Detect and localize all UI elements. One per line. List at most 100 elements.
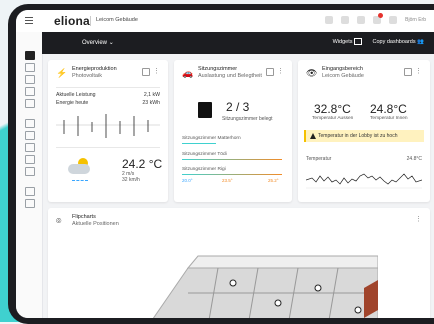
rooms-count-label: Sitzungszimmer belegt xyxy=(222,116,273,122)
temp-outside-label: Temperatur Aussen xyxy=(312,116,354,121)
app-screen: eliona Leicom Gebäude Björn Erb Overview… xyxy=(16,10,434,318)
settings-icon[interactable] xyxy=(357,16,366,24)
divider xyxy=(56,147,160,148)
entrance-card: 👁 Eingangsbereich Leicom Gebäude ⋮ 32.8°… xyxy=(298,60,430,202)
reports-icon[interactable] xyxy=(25,187,35,196)
wind-speed-2: 32 km/h xyxy=(122,177,140,183)
trend-icon[interactable] xyxy=(25,75,35,84)
top-bar: eliona Leicom Gebäude Björn Erb xyxy=(16,10,434,33)
warning-banner[interactable]: Temperatur in der Lobby ist zu hoch xyxy=(304,130,424,142)
menu-icon[interactable] xyxy=(25,17,33,18)
view-label: Overview xyxy=(82,40,108,46)
rooms-card-header: 🚗 Sitzungszimmer Auslastung und Belegthe… xyxy=(182,66,284,84)
pv-card-header: ⚡ Energieproduktion Photovoltaik ⋮ xyxy=(56,66,160,84)
room-matterhorn: Sitzungszimmer Matterhorn xyxy=(182,136,241,141)
chevron-down-icon: ⌄ xyxy=(108,40,114,46)
floorplan-card: ⌾ Flipcharts Aktuelle Positionen ⋮ xyxy=(48,208,430,318)
pv-title: Energieproduktion xyxy=(72,66,117,72)
users-icon: 👥 xyxy=(417,38,424,45)
room-rigi: Sitzungszimmer Rigi xyxy=(182,167,226,172)
device-icon[interactable] xyxy=(25,99,35,108)
energy-icon[interactable] xyxy=(25,87,35,96)
widgets-icon xyxy=(354,38,363,45)
grid-icon[interactable] xyxy=(341,16,350,24)
pv-row-energy: Energie heute 23 kWh xyxy=(56,100,160,106)
signal-icon[interactable] xyxy=(25,155,35,164)
room-toedi: Sitzungszimmer Tödi xyxy=(182,152,227,157)
pv-subtitle: Photovoltaik xyxy=(72,73,102,79)
pv-energy-label: Energie heute xyxy=(56,100,89,106)
widgets-button[interactable]: Widgets xyxy=(333,38,363,45)
dashboard-icon[interactable] xyxy=(25,51,35,60)
view-selector[interactable]: Overview ⌄ xyxy=(82,39,114,46)
user-icon[interactable] xyxy=(389,16,398,24)
toolbar-actions: Widgets Copy dashboards 👥 xyxy=(333,38,424,45)
wifi-icon: ⌾ xyxy=(56,216,62,226)
copy-label: Copy dashboards xyxy=(372,38,416,45)
floorplan-title: Flipcharts xyxy=(72,214,96,220)
pv-power-value: 2,1 kW xyxy=(143,92,160,98)
temp-line-chart xyxy=(306,173,422,189)
copy-dashboards-button[interactable]: Copy dashboards 👥 xyxy=(372,39,424,45)
floorplan-subtitle: Aktuelle Positionen xyxy=(72,221,119,227)
room-matterhorn-bar xyxy=(182,143,216,144)
divider xyxy=(90,16,91,26)
more-icon[interactable]: ⋮ xyxy=(415,67,422,75)
car-icon: 🚗 xyxy=(182,68,194,78)
pv-sparkline xyxy=(56,114,160,138)
pv-row-power: Aktuelle Leistung 2,1 kW xyxy=(56,92,160,98)
floorplan-card-header: ⌾ Flipcharts Aktuelle Positionen ⋮ xyxy=(56,214,422,232)
weather-cloud-icon xyxy=(68,158,94,181)
dashboard-toolbar: Overview ⌄ Widgets Copy dashboards 👥 xyxy=(42,32,434,54)
calendar-icon[interactable] xyxy=(404,68,412,76)
warning-text: Temperatur in der Lobby ist zu hoch xyxy=(318,133,398,139)
pv-power-label: Aktuelle Leistung xyxy=(56,92,96,98)
building-name[interactable]: Leicom Gebäude xyxy=(96,17,138,23)
chart-value: 24.8°C xyxy=(406,156,422,162)
rooms-card: 🚗 Sitzungszimmer Auslastung und Belegthe… xyxy=(174,60,292,202)
notifications-button[interactable] xyxy=(373,13,384,24)
sidebar xyxy=(16,32,43,318)
rooms-count: 2 / 3 xyxy=(226,100,250,114)
calendar-icon[interactable] xyxy=(142,68,150,76)
gear-icon[interactable] xyxy=(25,199,35,208)
temp-inside-label: Temperatur Innen xyxy=(370,116,408,121)
entrance-title: Eingangsbereich xyxy=(322,66,363,72)
scale-mid: 23.5° xyxy=(222,178,233,183)
eye-icon: 👁 xyxy=(306,68,318,78)
scale-max: 25.2° xyxy=(268,178,279,183)
rooms-title: Sitzungszimmer xyxy=(198,66,238,72)
occupied-block xyxy=(198,102,212,118)
room-toedi-bar xyxy=(182,159,282,160)
pv-energy-value: 23 kWh xyxy=(142,100,160,106)
temp-inside: 24.8°C xyxy=(370,102,407,116)
entrance-subtitle: Leicom Gebäude xyxy=(322,73,364,79)
more-icon[interactable]: ⋮ xyxy=(277,67,284,75)
notification-badge xyxy=(378,13,384,18)
more-icon[interactable]: ⋮ xyxy=(153,67,160,75)
user-name[interactable]: Björn Erb xyxy=(405,17,426,23)
map-pin-icon[interactable] xyxy=(25,167,35,176)
warning-icon xyxy=(310,133,316,139)
more-icon[interactable]: ⋮ xyxy=(415,215,422,223)
pv-card: ⚡ Energieproduktion Photovoltaik ⋮ Aktue… xyxy=(48,60,168,202)
scale-min: 20.0° xyxy=(182,178,193,183)
entrance-card-header: 👁 Eingangsbereich Leicom Gebäude ⋮ xyxy=(306,66,422,84)
widgets-label: Widgets xyxy=(332,38,353,45)
divider xyxy=(56,87,160,88)
rooms-subtitle: Auslastung und Belegtheit xyxy=(198,73,262,79)
documents-icon[interactable] xyxy=(325,16,334,24)
app-logo[interactable]: eliona xyxy=(54,14,90,28)
top-actions: Björn Erb xyxy=(325,13,426,24)
analytics-icon[interactable] xyxy=(25,119,35,128)
room-rigi-bar xyxy=(182,174,282,175)
chart-label: Temperatur xyxy=(306,156,332,162)
floorplan-3d xyxy=(152,255,378,318)
weather-temp: 24.2 °C xyxy=(122,157,163,171)
location-icon[interactable] xyxy=(25,143,35,152)
calendar-icon[interactable] xyxy=(266,68,274,76)
alerts-icon[interactable] xyxy=(25,63,35,72)
calendar-icon[interactable] xyxy=(25,131,35,140)
temp-outside: 32.8°C xyxy=(314,102,351,116)
solar-panel-icon: ⚡ xyxy=(56,68,68,78)
